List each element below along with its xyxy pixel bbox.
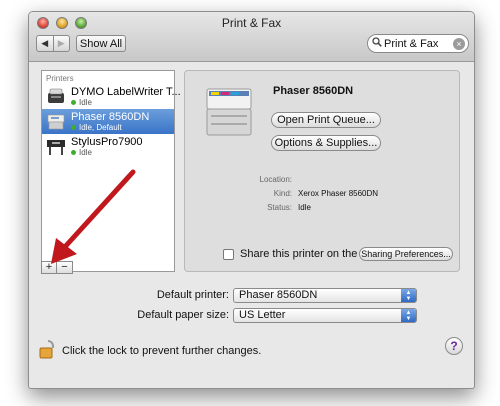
lock-icon[interactable] <box>39 339 57 359</box>
open-print-queue-button[interactable]: Open Print Queue... <box>271 112 381 128</box>
printer-image-icon <box>201 83 259 141</box>
options-supplies-button[interactable]: Options & Supplies... <box>271 135 381 151</box>
print-fax-window: Print & Fax ◀ ▶ Show All Print & Fax × P… <box>28 11 475 389</box>
default-printer-label: Default printer: <box>156 289 229 301</box>
default-paper-popup[interactable]: US Letter ▲ ▼ <box>233 308 417 323</box>
printer-detail-panel: Phaser 8560DN Open Print Queue... Option… <box>184 70 460 272</box>
default-paper-label: Default paper size: <box>137 309 229 321</box>
updown-chevron-icon: ▲ ▼ <box>401 289 416 302</box>
default-printer-popup[interactable]: Phaser 8560DN ▲ ▼ <box>233 288 417 303</box>
lock-message: Click the lock to prevent further change… <box>62 345 262 357</box>
updown-chevron-icon: ▲ ▼ <box>401 309 416 322</box>
location-label: Location: <box>259 175 292 184</box>
status-value: Idle <box>298 203 311 212</box>
detail-printer-name: Phaser 8560DN <box>273 85 354 97</box>
kind-value: Xerox Phaser 8560DN <box>298 189 379 198</box>
sharing-preferences-button[interactable]: Sharing Preferences... <box>359 247 453 261</box>
kind-label: Kind: <box>273 189 292 198</box>
status-label: Status: <box>267 203 292 212</box>
help-button[interactable]: ? <box>445 337 463 355</box>
share-printer-checkbox[interactable] <box>223 249 234 260</box>
